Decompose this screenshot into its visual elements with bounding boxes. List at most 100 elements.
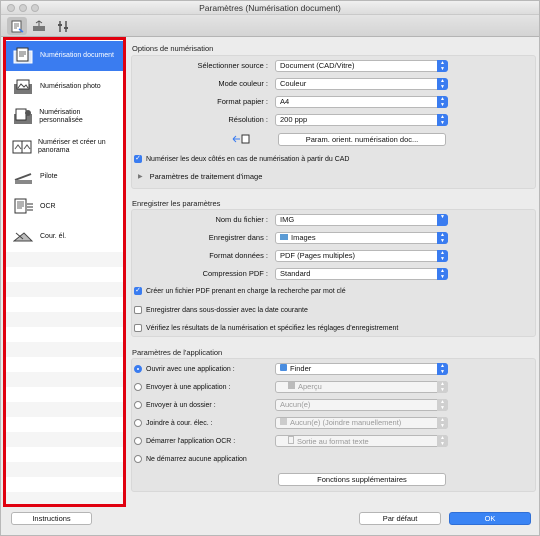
source-value: Document (CAD/Vitre) [280,61,355,70]
resolution-value: 200 ppp [280,115,308,124]
sidebar-item-document-scan[interactable]: Numérisation document [6,41,123,71]
sidebar-item-label: OCR [40,203,56,210]
ocr-icon [12,196,36,218]
send-to-app-radio[interactable]: Envoyer à une application : [134,383,230,391]
text-file-icon [288,436,294,444]
paper-size-label: Format papier : [217,97,268,106]
settings-pane: Options de numérisation Sélectionner sou… [128,37,539,507]
sidebar-item-driver[interactable]: Pilote [6,162,123,192]
photo-scan-icon [12,76,36,98]
attach-email-radio[interactable]: Joindre à cour. élec. : [134,419,213,427]
sidebar-item-label: Numérisation photo [40,83,101,90]
scan-from-panel-tab[interactable] [29,17,49,35]
section-header: Options de numérisation [132,44,214,53]
save-in-label: Enregistrer dans : [208,233,268,242]
color-mode-label: Mode couleur : [218,79,268,88]
source-select[interactable]: Document (CAD/Vitre) ▲ ▼ [275,60,448,72]
no-app-radio[interactable]: Ne démarrez aucune application [134,455,247,463]
instructions-button[interactable]: Instructions [11,512,92,525]
data-format-value: PDF (Pages multiples) [280,251,356,260]
pdf-compression-label: Compression PDF : [202,269,268,278]
open-with-select[interactable]: Finder ▲ ▼ [275,363,448,375]
scan-from-panel-icon [33,19,45,31]
pdf-compression-select[interactable]: Standard ▲ ▼ [275,268,448,280]
subfolder-label: Enregistrer dans sous-dossier avec la da… [146,306,308,314]
duplex-checkbox[interactable]: ✓ Numériser les deux côtés en cas de numé… [134,155,349,163]
color-mode-value: Couleur [280,79,307,88]
send-to-folder-label: Envoyer à un dossier : [146,401,216,409]
scan-from-computer-tab[interactable] [7,17,27,35]
section-header: Paramètres de l'application [132,348,223,357]
attach-email-value: Aucun(e) (Joindre manuellement) [290,418,402,427]
save-settings-panel: Nom du fichier : IMG ▼ Enregistrer dans :… [131,209,536,337]
document-scan-icon [12,45,36,67]
title-bar: Paramètres (Numérisation document) [1,1,539,15]
finder-icon [280,364,287,371]
start-ocr-label: Démarrer l'application OCR : [146,437,236,445]
driver-icon [12,166,36,188]
sidebar-item-label: Numérisation personnalisée [39,109,83,124]
ok-button[interactable]: OK [449,512,531,525]
window-title: Paramètres (Numérisation document) [199,3,341,13]
send-to-folder-radio[interactable]: Envoyer à un dossier : [134,401,216,409]
no-app-label: Ne démarrez aucune application [146,455,247,463]
subfolder-checkbox[interactable]: Enregistrer dans sous-dossier avec la da… [134,306,308,314]
sidebar-item-label: Numérisation document [40,52,114,59]
keyword-pdf-label: Créer un fichier PDF prenant en charge l… [146,287,346,295]
send-to-folder-select[interactable]: Aucun(e) ▲ ▼ [275,399,448,411]
disclosure-triangle-icon: ▶ [138,174,143,180]
additional-functions-button[interactable]: Fonctions supplémentaires [278,473,446,486]
send-to-app-value: Aperçu [298,382,322,391]
mail-icon [280,418,287,425]
save-in-select[interactable]: Images ▲ ▼ [275,232,448,244]
image-processing-label: Paramètres de traitement d'image [149,172,263,181]
custom-scan-icon [12,106,35,128]
resolution-label: Résolution : [228,115,268,124]
scan-type-sidebar: Numérisation document Numérisation photo… [3,37,126,507]
sidebar-item-email[interactable]: Cour. él. [6,222,123,252]
save-in-value: Images [291,233,316,242]
verify-results-label: Vérifiez les résultats de la numérisatio… [146,324,399,332]
verify-results-checkbox[interactable]: Vérifiez les résultats de la numérisatio… [134,324,398,332]
attach-email-select[interactable]: Aucun(e) (Joindre manuellement) ▲ ▼ [275,417,448,429]
open-with-radio[interactable]: Ouvrir avec une application : [134,365,235,373]
send-to-folder-value: Aucun(e) [280,400,311,409]
filename-combo[interactable]: IMG ▼ [275,214,448,226]
general-settings-tab[interactable] [53,17,73,35]
source-label: Sélectionner source : [197,61,268,70]
open-with-label: Ouvrir avec une application : [146,365,235,373]
resolution-select[interactable]: 200 ppp ▲ ▼ [275,114,448,126]
orientation-settings-button[interactable]: Param. orient. numérisation doc... [278,133,446,146]
sidebar-item-label: Numériser et créer un panorama [38,139,106,154]
data-format-select[interactable]: PDF (Pages multiples) ▲ ▼ [275,250,448,262]
panorama-icon [12,136,34,158]
paper-size-value: A4 [280,97,290,106]
section-header: Enregistrer les paramètres [132,199,221,208]
toolbar [1,15,539,37]
sidebar-item-panorama[interactable]: Numériser et créer un panorama [6,132,123,162]
orientation-icon [232,133,250,145]
sidebar-item-custom-scan[interactable]: Numérisation personnalisée [6,102,123,132]
check-icon: ✓ [134,155,142,163]
data-format-label: Format données : [209,251,268,260]
sidebar-item-photo-scan[interactable]: Numérisation photo [6,72,123,102]
keyword-pdf-checkbox[interactable]: ✓ Créer un fichier PDF prenant en charge … [134,287,346,295]
defaults-button[interactable]: Par défaut [359,512,441,525]
paper-size-select[interactable]: A4 ▲ ▼ [275,96,448,108]
scan-from-computer-icon [11,20,24,33]
start-ocr-select[interactable]: Sortie au format texte ▲ ▼ [275,435,448,447]
preview-icon [288,382,295,389]
open-with-value: Finder [290,364,312,373]
start-ocr-radio[interactable]: Démarrer l'application OCR : [134,437,235,445]
check-icon: ✓ [134,287,142,295]
send-to-app-select[interactable]: Aperçu ▲ ▼ [275,381,448,393]
sidebar-item-ocr[interactable]: OCR [6,192,123,222]
email-icon [12,226,36,248]
image-processing-disclosure[interactable]: ▶ Paramètres de traitement d'image [138,172,262,181]
general-settings-icon [58,20,68,32]
folder-icon [280,234,288,240]
attach-email-label: Joindre à cour. élec. : [146,419,213,427]
color-mode-select[interactable]: Couleur ▲ ▼ [275,78,448,90]
settings-window: Paramètres (Numérisation document) Numér… [0,0,540,536]
filename-value: IMG [280,215,295,224]
